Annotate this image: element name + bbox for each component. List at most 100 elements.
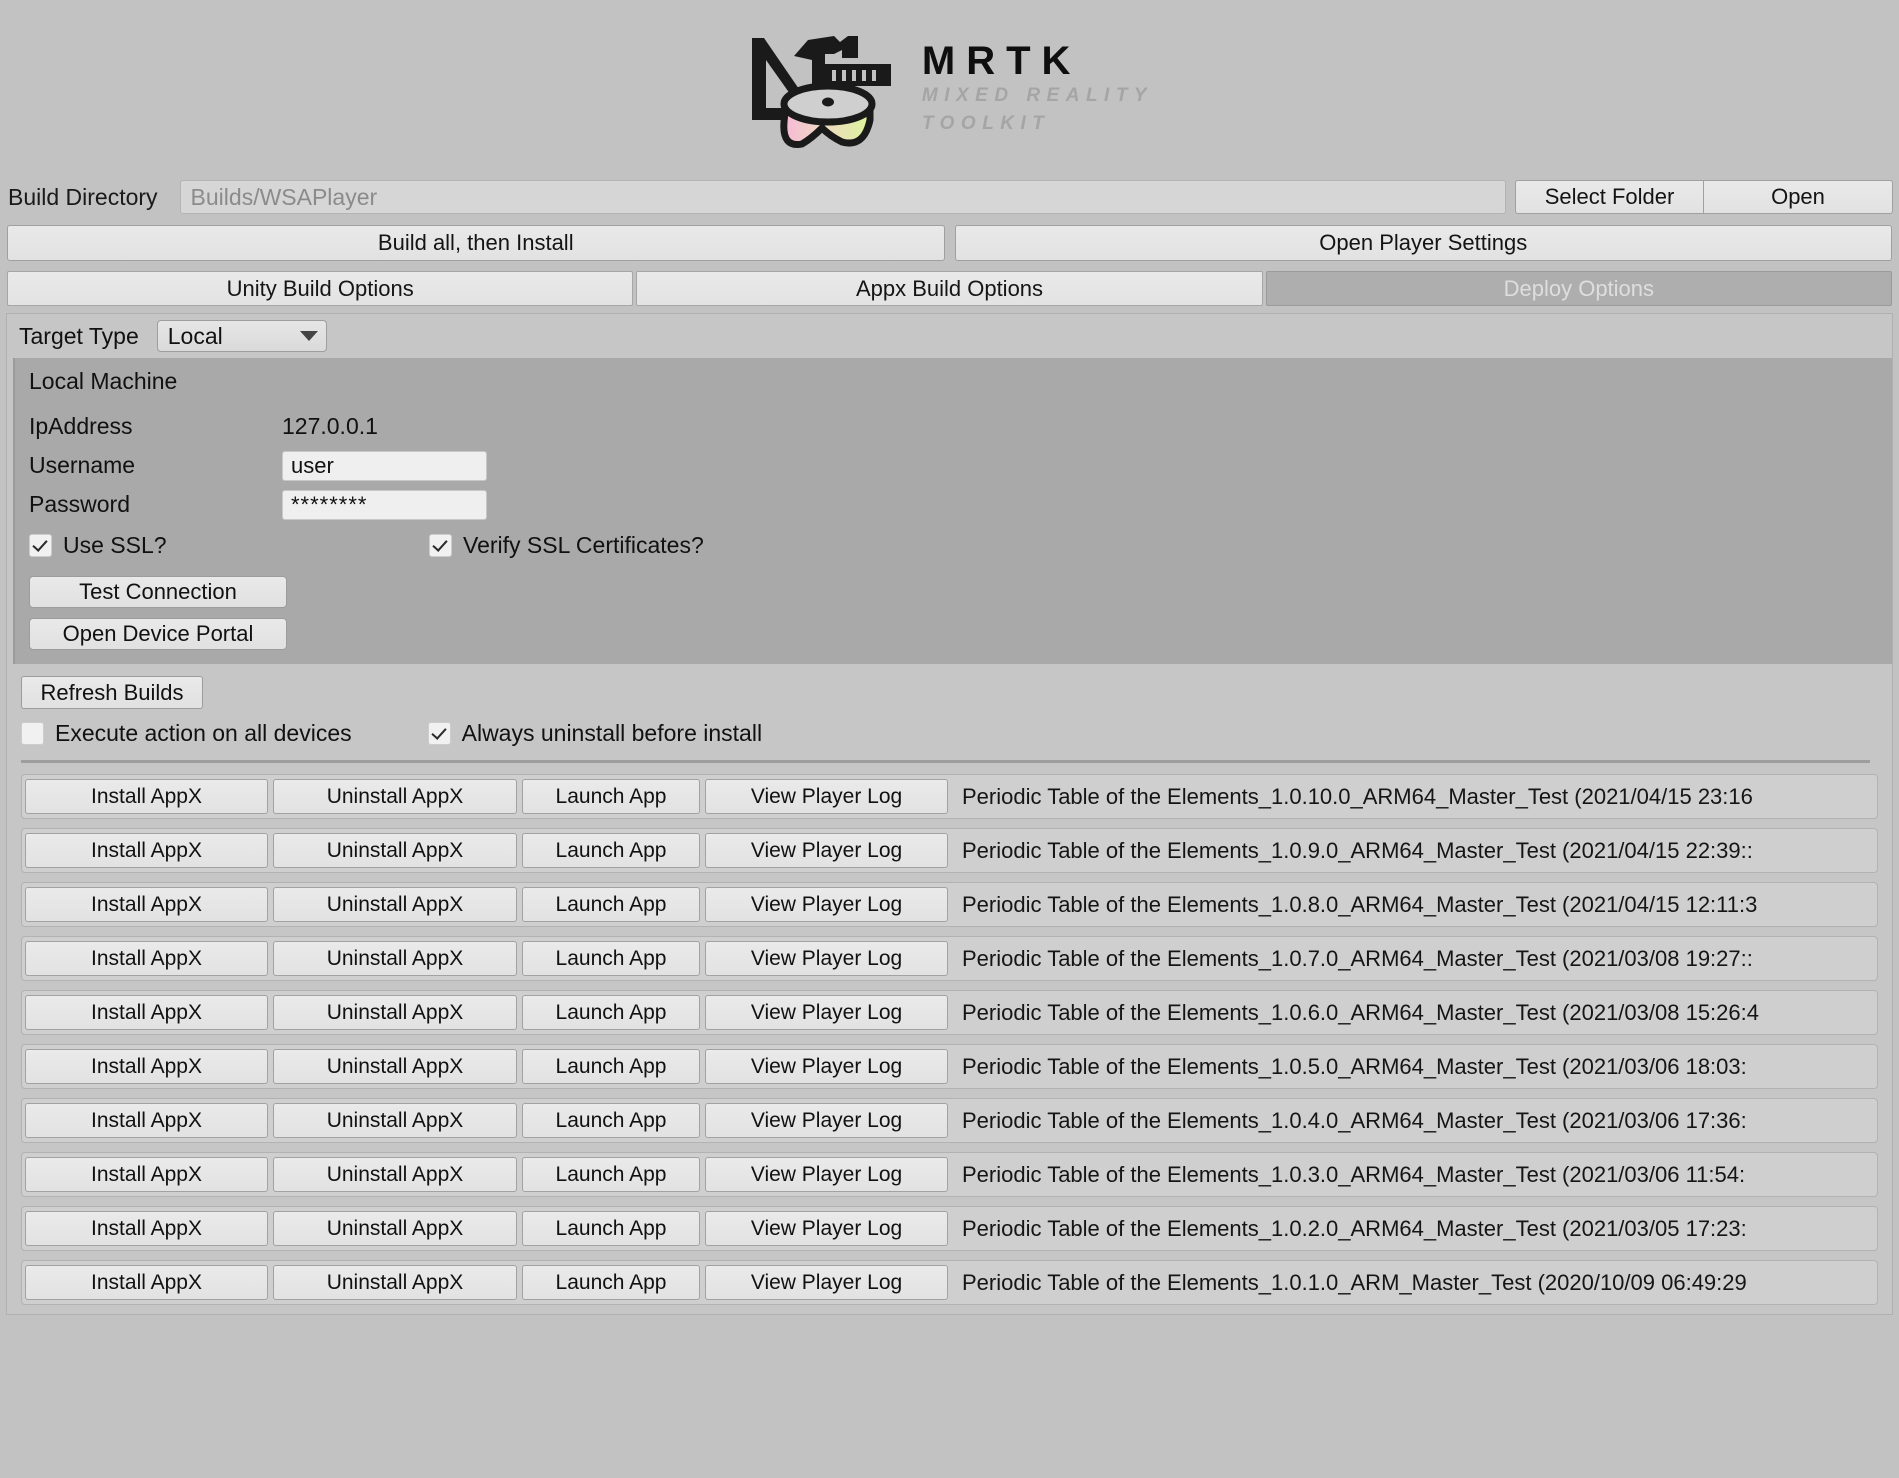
username-input[interactable]: user — [282, 450, 487, 481]
password-input[interactable]: ******** — [282, 489, 487, 520]
deploy-controls: Refresh Builds Execute action on all dev… — [7, 664, 1892, 757]
target-type-value: Local — [167, 322, 223, 349]
install-appx-button[interactable]: Install AppX — [25, 833, 268, 868]
view-player-log-button[interactable]: View Player Log — [705, 1049, 948, 1084]
table-row: Install AppX Uninstall AppX Launch App V… — [21, 774, 1878, 819]
checkmark-icon — [427, 721, 451, 745]
build-name-label: Periodic Table of the Elements_1.0.5.0_A… — [962, 1053, 1747, 1079]
launch-app-button[interactable]: Launch App — [522, 833, 700, 868]
uninstall-appx-button[interactable]: Uninstall AppX — [273, 1157, 517, 1192]
view-player-log-button[interactable]: View Player Log — [705, 1211, 948, 1246]
install-appx-button[interactable]: Install AppX — [25, 1049, 268, 1084]
build-name-label: Periodic Table of the Elements_1.0.8.0_A… — [962, 891, 1758, 917]
install-appx-button[interactable]: Install AppX — [25, 1103, 268, 1138]
view-player-log-button[interactable]: View Player Log — [705, 833, 948, 868]
always-uninstall-before-install-checkbox[interactable]: Always uninstall before install — [427, 719, 763, 747]
table-row: Install AppX Uninstall AppX Launch App V… — [21, 936, 1878, 981]
view-player-log-button[interactable]: View Player Log — [705, 1265, 948, 1300]
select-folder-button[interactable]: Select Folder — [1515, 180, 1703, 214]
use-ssl-checkbox[interactable]: Use SSL? — [29, 532, 429, 559]
view-player-log-button[interactable]: View Player Log — [705, 995, 948, 1030]
primary-actions-row: Build all, then Install Open Player Sett… — [0, 216, 1899, 261]
launch-app-button[interactable]: Launch App — [522, 1049, 700, 1084]
local-machine-title: Local Machine — [29, 368, 178, 394]
build-name-label: Periodic Table of the Elements_1.0.6.0_A… — [962, 999, 1759, 1025]
password-row: Password ******** — [29, 485, 1892, 524]
table-row: Install AppX Uninstall AppX Launch App V… — [21, 1260, 1878, 1305]
execute-action-on-all-devices-checkbox[interactable]: Execute action on all devices — [21, 720, 352, 747]
build-name-label: Periodic Table of the Elements_1.0.1.0_A… — [962, 1269, 1747, 1295]
ip-address-label: IpAddress — [29, 413, 133, 439]
build-name-label: Periodic Table of the Elements_1.0.9.0_A… — [962, 837, 1753, 863]
tab-appx-build-options[interactable]: Appx Build Options — [636, 271, 1263, 306]
open-player-settings-button[interactable]: Open Player Settings — [954, 225, 1892, 261]
uninstall-appx-button[interactable]: Uninstall AppX — [273, 995, 517, 1030]
tab-unity-build-options[interactable]: Unity Build Options — [7, 271, 634, 306]
uninstall-appx-button[interactable]: Uninstall AppX — [273, 1103, 517, 1138]
launch-app-button[interactable]: Launch App — [522, 995, 700, 1030]
view-player-log-button[interactable]: View Player Log — [705, 941, 948, 976]
build-name-label: Periodic Table of the Elements_1.0.3.0_A… — [962, 1161, 1746, 1187]
ip-address-row: IpAddress 127.0.0.1 — [29, 407, 1892, 446]
open-device-portal-button[interactable]: Open Device Portal — [29, 618, 287, 650]
test-connection-button[interactable]: Test Connection — [29, 576, 287, 608]
table-row: Install AppX Uninstall AppX Launch App V… — [21, 990, 1878, 1035]
uninstall-appx-button[interactable]: Uninstall AppX — [273, 833, 517, 868]
table-row: Install AppX Uninstall AppX Launch App V… — [21, 1098, 1878, 1143]
install-appx-button[interactable]: Install AppX — [25, 1265, 268, 1300]
uninstall-appx-button[interactable]: Uninstall AppX — [273, 1211, 517, 1246]
app-header: MRTK MIXED REALITY TOOLKIT — [0, 0, 1899, 178]
launch-app-button[interactable]: Launch App — [522, 1103, 700, 1138]
build-all-then-install-button[interactable]: Build all, then Install — [7, 225, 945, 261]
app-subtitle-line1: MIXED REALITY — [921, 84, 1154, 106]
ip-address-value: 127.0.0.1 — [282, 413, 378, 439]
install-appx-button[interactable]: Install AppX — [25, 941, 268, 976]
install-appx-button[interactable]: Install AppX — [25, 1157, 268, 1192]
launch-app-button[interactable]: Launch App — [522, 1265, 700, 1300]
uninstall-appx-button[interactable]: Uninstall AppX — [273, 779, 517, 814]
table-row: Install AppX Uninstall AppX Launch App V… — [21, 1152, 1878, 1197]
uninstall-appx-button[interactable]: Uninstall AppX — [273, 1049, 517, 1084]
open-folder-button[interactable]: Open — [1703, 180, 1893, 214]
username-row: Username user — [29, 446, 1892, 485]
view-player-log-button[interactable]: View Player Log — [705, 1103, 948, 1138]
target-type-select[interactable]: Local — [156, 320, 327, 352]
uninstall-appx-button[interactable]: Uninstall AppX — [273, 887, 517, 922]
launch-app-button[interactable]: Launch App — [522, 779, 700, 814]
install-appx-button[interactable]: Install AppX — [25, 779, 268, 814]
uninstall-appx-button[interactable]: Uninstall AppX — [273, 941, 517, 976]
ssl-options-row: Use SSL? Verify SSL Certificates? — [29, 524, 1892, 566]
launch-app-button[interactable]: Launch App — [522, 941, 700, 976]
table-row: Install AppX Uninstall AppX Launch App V… — [21, 882, 1878, 927]
build-name-label: Periodic Table of the Elements_1.0.10.0_… — [962, 783, 1753, 809]
table-row: Install AppX Uninstall AppX Launch App V… — [21, 828, 1878, 873]
tab-deploy-options[interactable]: Deploy Options — [1265, 271, 1892, 306]
checkmark-icon — [429, 533, 452, 557]
install-appx-button[interactable]: Install AppX — [25, 887, 268, 922]
build-directory-row: Build Directory Builds/WSAPlayer Select … — [0, 178, 1899, 216]
install-appx-button[interactable]: Install AppX — [25, 995, 268, 1030]
view-player-log-button[interactable]: View Player Log — [705, 1157, 948, 1192]
uninstall-appx-button[interactable]: Uninstall AppX — [273, 1265, 517, 1300]
build-name-label: Periodic Table of the Elements_1.0.2.0_A… — [962, 1215, 1747, 1241]
chevron-down-icon — [299, 331, 318, 341]
always-uninstall-label: Always uninstall before install — [461, 719, 763, 746]
install-appx-button[interactable]: Install AppX — [25, 1211, 268, 1246]
view-player-log-button[interactable]: View Player Log — [705, 779, 948, 814]
view-player-log-button[interactable]: View Player Log — [705, 887, 948, 922]
launch-app-button[interactable]: Launch App — [522, 1157, 700, 1192]
username-label: Username — [29, 452, 136, 478]
launch-app-button[interactable]: Launch App — [522, 887, 700, 922]
build-name-label: Periodic Table of the Elements_1.0.4.0_A… — [962, 1107, 1747, 1133]
checkmark-icon — [29, 533, 52, 557]
deploy-checkbox-row: Execute action on all devices Always uni… — [21, 709, 1892, 757]
build-directory-input[interactable]: Builds/WSAPlayer — [179, 180, 1506, 214]
launch-app-button[interactable]: Launch App — [522, 1211, 700, 1246]
mrtk-logo-icon — [746, 24, 896, 154]
table-row: Install AppX Uninstall AppX Launch App V… — [21, 1044, 1878, 1089]
verify-ssl-certificates-checkbox[interactable]: Verify SSL Certificates? — [429, 532, 704, 559]
table-row: Install AppX Uninstall AppX Launch App V… — [21, 1206, 1878, 1251]
refresh-builds-button[interactable]: Refresh Builds — [21, 676, 203, 709]
build-name-label: Periodic Table of the Elements_1.0.7.0_A… — [962, 945, 1753, 971]
password-label: Password — [29, 491, 130, 517]
